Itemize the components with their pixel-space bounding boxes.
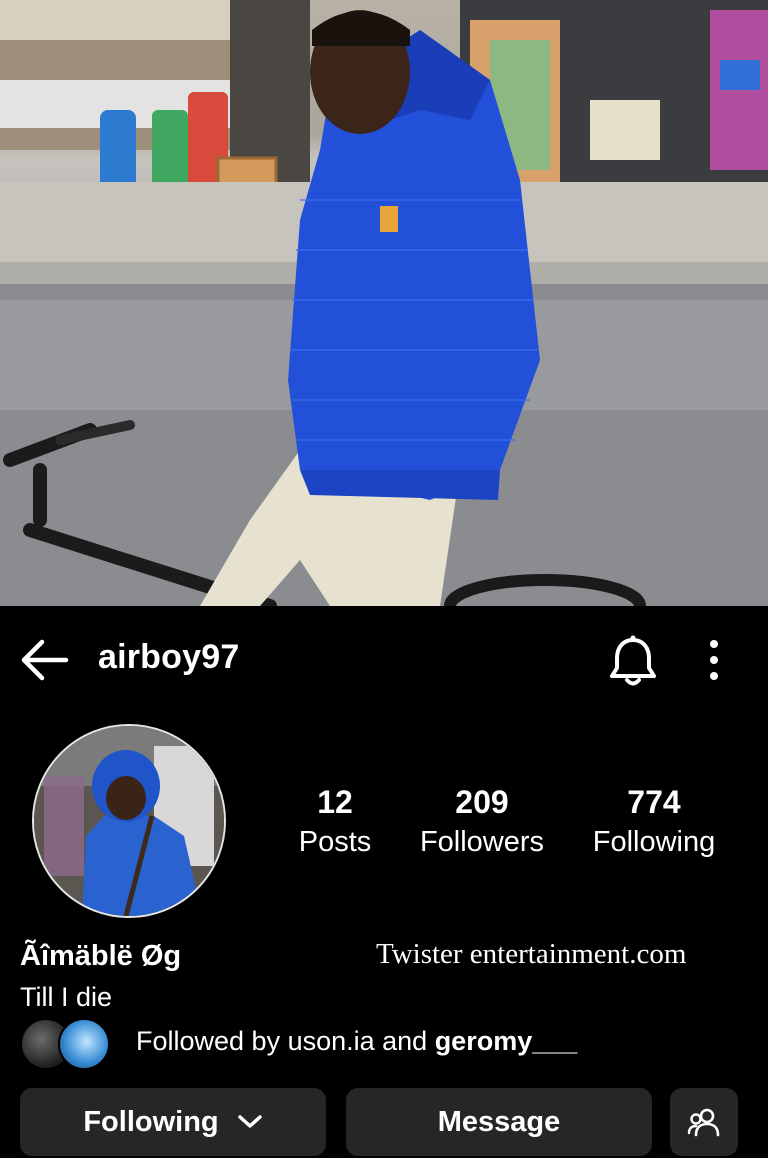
followed-by-prefix: Followed by uson.ia and — [136, 1026, 435, 1056]
vertical-dots-icon[interactable] — [700, 636, 728, 684]
following-button[interactable]: Following — [20, 1088, 326, 1156]
followed-by-highlight[interactable]: geromy___ — [435, 1026, 578, 1056]
stat-following-count: 774 — [627, 784, 681, 820]
stat-following[interactable]: 774 Following — [580, 782, 728, 862]
message-button[interactable]: Message — [346, 1088, 652, 1156]
bell-icon[interactable] — [606, 632, 660, 688]
mutual-avatar — [58, 1018, 110, 1070]
stat-followers[interactable]: 209 Followers — [402, 782, 562, 862]
message-button-label: Message — [437, 1105, 561, 1138]
stat-posts-count: 12 — [317, 784, 353, 820]
chevron-down-icon — [237, 1115, 262, 1128]
cover-photo — [0, 0, 768, 606]
cover-photo-illustration — [0, 0, 768, 606]
stat-followers-count: 209 — [455, 784, 509, 820]
profile-username: airboy97 — [98, 638, 240, 676]
profile-display-name: Ãîmäblë Øg — [20, 940, 182, 972]
profile-avatar[interactable] — [32, 724, 226, 918]
stat-following-label: Following — [592, 826, 716, 858]
arrow-left-icon[interactable] — [18, 636, 70, 684]
suggested-people-button[interactable] — [670, 1088, 738, 1156]
following-button-label: Following — [83, 1105, 219, 1138]
stat-posts[interactable]: 12 Posts — [280, 782, 390, 862]
mutual-followers-avatars[interactable] — [20, 1018, 120, 1072]
add-people-icon — [687, 1108, 720, 1137]
followed-by-text[interactable]: Followed by uson.ia and geromy___ — [136, 1026, 577, 1057]
profile-bio: Till I die — [20, 982, 113, 1012]
avatar-photo — [34, 726, 224, 916]
stat-posts-label: Posts — [298, 826, 372, 858]
watermark-text: Twister entertainment.com — [376, 938, 687, 970]
stat-followers-label: Followers — [419, 826, 545, 858]
